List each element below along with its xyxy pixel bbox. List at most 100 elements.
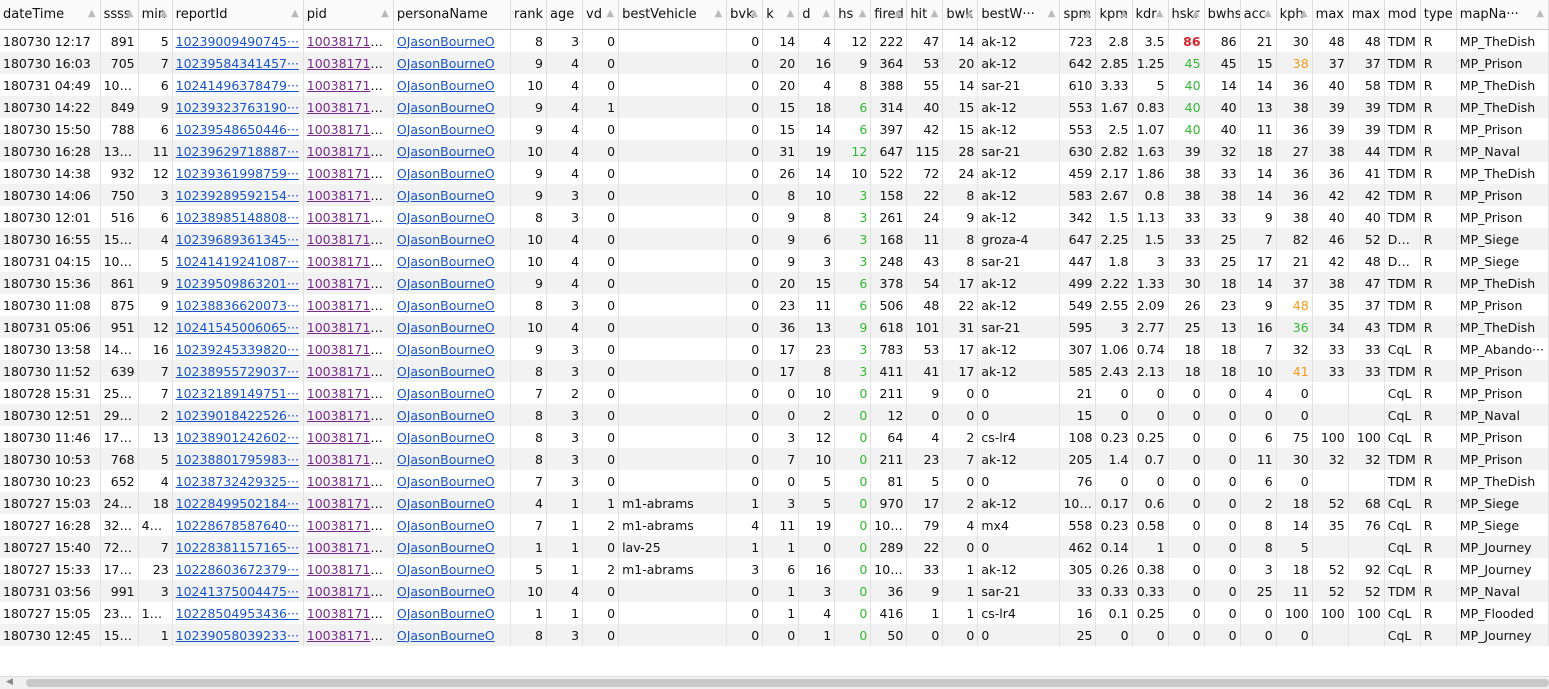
- sort-arrow-icon[interactable]: ▲: [787, 8, 795, 19]
- column-header-20[interactable]: kdr ▲: [1132, 0, 1169, 30]
- report-id-link[interactable]: 10239361998759···: [176, 166, 299, 181]
- pid-link[interactable]: 100381718···: [307, 474, 391, 489]
- column-header-23[interactable]: acc ▲: [1240, 0, 1277, 30]
- table-row[interactable]: 180730 10:53 768 5 10238801795983··· 1003817…: [0, 448, 1549, 470]
- report-id-link[interactable]: 10239509863201···: [176, 276, 299, 291]
- column-header-24[interactable]: kph ▲: [1276, 0, 1313, 30]
- report-id-link[interactable]: 10228381157165···: [176, 540, 299, 555]
- report-id-link[interactable]: 10241496378479···: [176, 78, 299, 93]
- pid-link[interactable]: 100381718···: [307, 584, 391, 599]
- report-id-link[interactable]: 10238901242602···: [176, 430, 299, 445]
- sort-arrow-icon[interactable]: ▲: [291, 8, 299, 19]
- column-header-18[interactable]: spm ▲: [1059, 0, 1097, 30]
- table-row[interactable]: 180730 16:28 1358 11 10239629718887··· 10038…: [0, 140, 1549, 162]
- report-id-link[interactable]: 10241375004475···: [176, 584, 299, 599]
- report-id-link[interactable]: 10238801795983···: [176, 452, 299, 467]
- table-row[interactable]: 180730 12:45 1587 1 10239058039233··· 100381…: [0, 624, 1549, 646]
- persona-name-link[interactable]: OJasonBourneO: [397, 540, 495, 555]
- column-header-6[interactable]: rank: [510, 0, 548, 30]
- table-row[interactable]: 180730 10:23 652 4 10238732429325··· 1003817…: [0, 470, 1549, 492]
- column-header-27[interactable]: mod: [1384, 0, 1421, 30]
- column-header-13[interactable]: hs ▲: [834, 0, 872, 30]
- pid-link[interactable]: 100381718···: [307, 452, 391, 467]
- pid-link[interactable]: 100381718···: [307, 276, 391, 291]
- pid-link[interactable]: 100381718···: [307, 606, 391, 621]
- sort-arrow-icon[interactable]: ▲: [160, 8, 168, 19]
- column-header-29[interactable]: mapNa··· ▲: [1456, 0, 1549, 30]
- column-header-4[interactable]: pid ▲: [303, 0, 394, 30]
- persona-name-link[interactable]: OJasonBourneO: [397, 34, 495, 49]
- pid-link[interactable]: 100381718···: [307, 144, 391, 159]
- report-id-link[interactable]: 10239289592154···: [176, 188, 299, 203]
- sort-arrow-icon[interactable]: ▲: [931, 8, 939, 19]
- report-id-link[interactable]: 10228603672379···: [176, 562, 299, 577]
- pid-link[interactable]: 100381718···: [307, 364, 391, 379]
- table-row[interactable]: 180727 15:40 7239 7 10228381157165··· 100381…: [0, 536, 1549, 558]
- column-header-12[interactable]: d ▲: [798, 0, 836, 30]
- column-header-9[interactable]: bestVehicle ▲: [618, 0, 728, 30]
- report-id-link[interactable]: 10238732429325···: [176, 474, 299, 489]
- table-row[interactable]: 180730 12:51 2916 2 10239018422526··· 100381…: [0, 404, 1549, 426]
- persona-name-link[interactable]: OJasonBourneO: [397, 276, 495, 291]
- persona-name-link[interactable]: OJasonBourneO: [397, 452, 495, 467]
- pid-link[interactable]: 100381718···: [307, 188, 391, 203]
- report-id-link[interactable]: 10239584341457···: [176, 56, 299, 71]
- pid-link[interactable]: 100381718···: [307, 540, 391, 555]
- persona-name-link[interactable]: OJasonBourneO: [397, 122, 495, 137]
- table-row[interactable]: 180730 11:46 1772 13 10238901242602··· 10038…: [0, 426, 1549, 448]
- column-header-26[interactable]: max: [1348, 0, 1385, 30]
- column-header-7[interactable]: age: [546, 0, 584, 30]
- sort-arrow-icon[interactable]: ▲: [966, 8, 974, 19]
- persona-name-link[interactable]: OJasonBourneO: [397, 518, 495, 533]
- sort-arrow-icon[interactable]: ▲: [859, 8, 867, 19]
- table-row[interactable]: 180728 15:31 2500 7 10232189149751··· 100381…: [0, 382, 1549, 404]
- persona-name-link[interactable]: OJasonBourneO: [397, 474, 495, 489]
- persona-name-link[interactable]: OJasonBourneO: [397, 78, 495, 93]
- pid-link[interactable]: 100381718···: [307, 232, 391, 247]
- table-row[interactable]: 180730 14:22 849 9 10239323763190··· 1003817…: [0, 96, 1549, 118]
- pid-link[interactable]: 100381718···: [307, 254, 391, 269]
- sort-arrow-icon[interactable]: ▲: [126, 8, 134, 19]
- pid-link[interactable]: 100381718···: [307, 628, 391, 643]
- persona-name-link[interactable]: OJasonBourneO: [397, 166, 495, 181]
- report-id-link[interactable]: 10239689361345···: [176, 232, 299, 247]
- sort-arrow-icon[interactable]: ▲: [823, 8, 831, 19]
- table-row[interactable]: 180731 05:06 951 12 10241545006065··· 100381…: [0, 316, 1549, 338]
- report-id-link[interactable]: 10239009490745···: [176, 34, 299, 49]
- table-row[interactable]: 180730 16:03 705 7 10239584341457··· 1003817…: [0, 52, 1549, 74]
- column-header-21[interactable]: hskr ▲: [1168, 0, 1205, 30]
- pid-link[interactable]: 100381718···: [307, 562, 391, 577]
- persona-name-link[interactable]: OJasonBourneO: [397, 342, 495, 357]
- report-id-link[interactable]: 10239629718887···: [176, 144, 299, 159]
- pid-link[interactable]: 100381718···: [307, 518, 391, 533]
- pid-link[interactable]: 100381718···: [307, 210, 391, 225]
- pid-link[interactable]: 100381718···: [307, 430, 391, 445]
- report-id-link[interactable]: 10228499502184···: [176, 496, 299, 511]
- pid-link[interactable]: 100381718···: [307, 78, 391, 93]
- table-row[interactable]: 180727 15:33 1723 23 10228603672379··· 10038…: [0, 558, 1549, 580]
- sort-arrow-icon[interactable]: ▲: [1156, 8, 1164, 19]
- column-header-15[interactable]: hit ▲: [906, 0, 944, 30]
- column-header-2[interactable]: min ▲: [138, 0, 173, 30]
- scrollbar-thumb[interactable]: [26, 679, 1549, 687]
- persona-name-link[interactable]: OJasonBourneO: [397, 408, 495, 423]
- report-id-link[interactable]: 10238836620073···: [176, 298, 299, 313]
- report-id-link[interactable]: 10239058039233···: [176, 628, 299, 643]
- column-header-14[interactable]: fired ▲: [870, 0, 908, 30]
- pid-link[interactable]: 100381718···: [307, 56, 391, 71]
- sort-arrow-icon[interactable]: ▲: [1048, 8, 1056, 19]
- table-row[interactable]: 180730 11:08 875 9 10238836620073··· 1003817…: [0, 294, 1549, 316]
- persona-name-link[interactable]: OJasonBourneO: [397, 628, 495, 643]
- persona-name-link[interactable]: OJasonBourneO: [397, 254, 495, 269]
- report-id-link[interactable]: 10241545006065···: [176, 320, 299, 335]
- report-id-link[interactable]: 10228504953436···: [176, 606, 299, 621]
- column-header-8[interactable]: vd ▲: [582, 0, 620, 30]
- table-row[interactable]: 180730 14:38 932 12 10239361998759··· 100381…: [0, 162, 1549, 184]
- pid-link[interactable]: 100381718···: [307, 320, 391, 335]
- column-header-1[interactable]: ssss ▲: [100, 0, 139, 30]
- column-header-19[interactable]: kpm ▲: [1095, 0, 1133, 30]
- pid-link[interactable]: 100381718···: [307, 386, 391, 401]
- report-id-link[interactable]: 10238985148808···: [176, 210, 299, 225]
- sort-arrow-icon[interactable]: ▲: [1084, 8, 1092, 19]
- sort-arrow-icon[interactable]: ▲: [1300, 8, 1308, 19]
